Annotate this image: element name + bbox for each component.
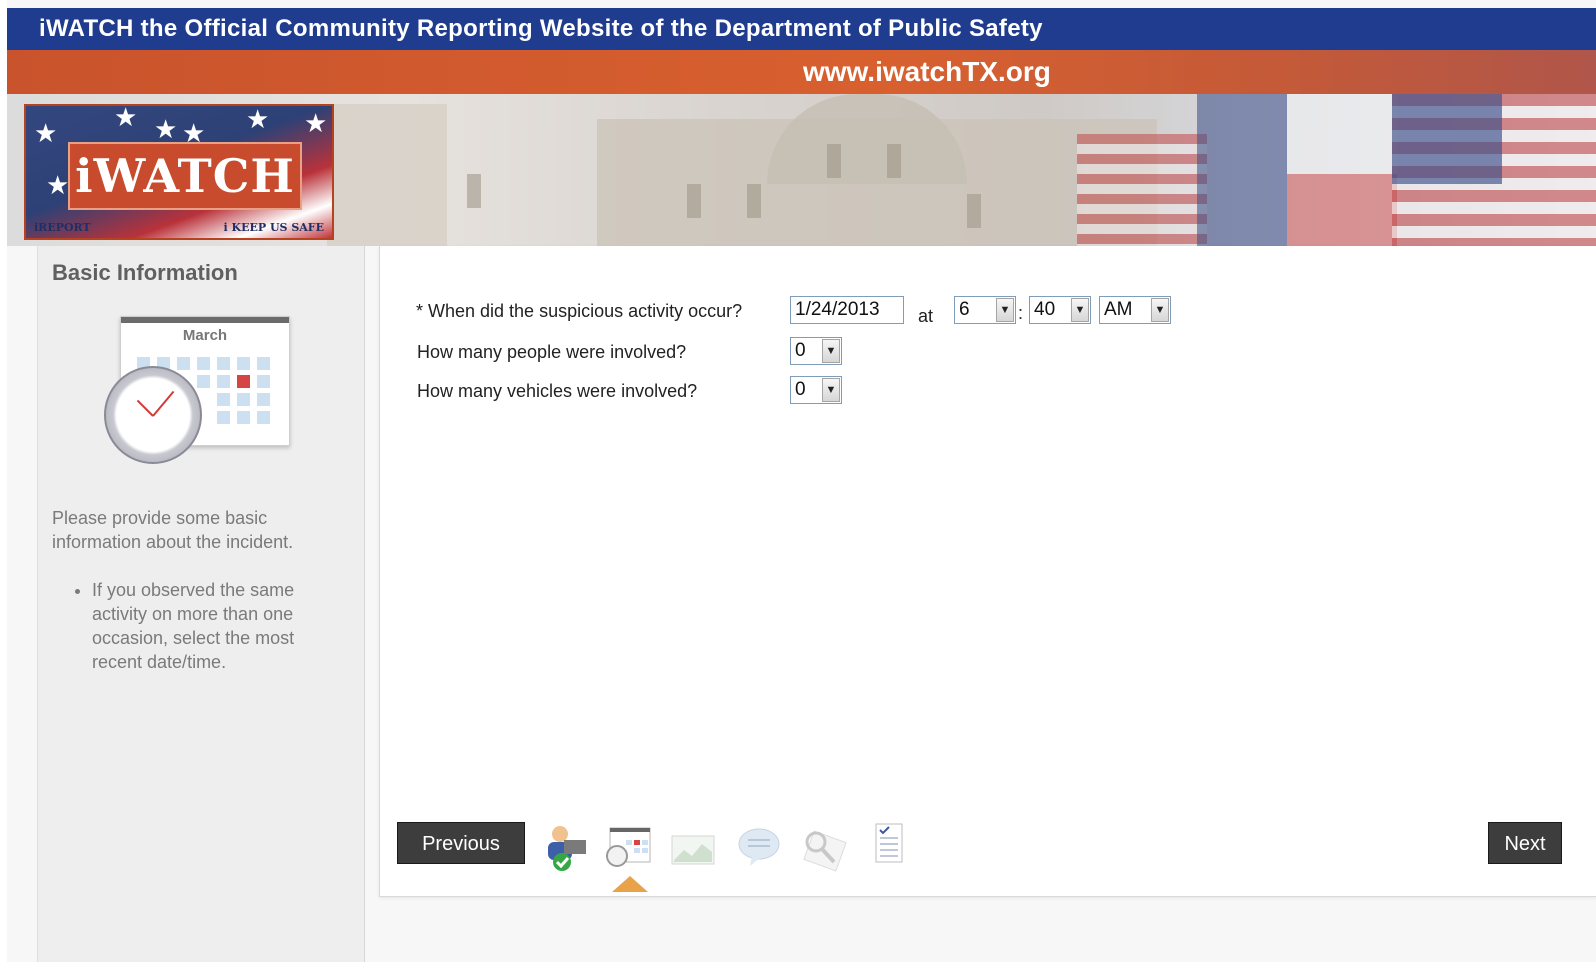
calendar-cell: [237, 411, 250, 424]
calendar-cell: [217, 411, 230, 424]
magnifier-icon[interactable]: [798, 824, 848, 874]
at-label: at: [918, 306, 934, 326]
window-decoration: [687, 184, 701, 218]
window-decoration: [887, 144, 901, 178]
people-select-value: 0: [795, 340, 806, 361]
star-icon: ★: [46, 170, 70, 200]
site-brand: iWATCH: [39, 15, 134, 42]
texas-flag-stripe: [1287, 174, 1397, 246]
calendar-clock-icon[interactable]: [604, 826, 654, 876]
calendar-cell: [237, 393, 250, 406]
calendar-cell: [257, 357, 270, 370]
when-label: * When did the suspicious activity occur…: [416, 301, 743, 321]
vehicles-select[interactable]: 0 ▼: [790, 376, 842, 404]
ampm-select-value: AM: [1104, 299, 1133, 320]
time-separator: :: [1018, 303, 1024, 323]
calendar-cell: [177, 357, 190, 370]
calendar-cell: [217, 393, 230, 406]
calendar-cell: [197, 357, 210, 370]
window-decoration: [747, 184, 761, 218]
window-decoration: [827, 144, 841, 178]
chevron-down-icon[interactable]: ▼: [822, 339, 840, 363]
date-input[interactable]: 1/24/2013: [790, 296, 904, 324]
hour-select-value: 6: [959, 299, 970, 320]
next-button[interactable]: Next: [1488, 822, 1562, 864]
clock-icon: [104, 366, 202, 464]
calendar-cell: [257, 375, 270, 388]
calendar-bar: [121, 317, 289, 323]
window-decoration: [467, 174, 481, 208]
calendar-cell: [257, 393, 270, 406]
logo-right-tag: i KEEP US SAFE: [223, 221, 324, 234]
people-select[interactable]: 0 ▼: [790, 337, 842, 365]
star-icon: ★: [114, 104, 138, 132]
speech-bubble-icon[interactable]: [734, 822, 784, 872]
vehicles-select-value: 0: [795, 379, 806, 400]
checklist-icon[interactable]: [864, 822, 914, 872]
us-flag-image: [1077, 134, 1207, 246]
capitol-dome-image: [767, 94, 967, 184]
hour-select[interactable]: 6 ▼: [954, 296, 1016, 324]
site-title-bar: iWATCH the Official Community Reporting …: [7, 8, 1596, 50]
calendar-cell: [197, 375, 210, 388]
window-decoration: [967, 194, 981, 228]
star-icon: ★: [34, 118, 58, 148]
chevron-down-icon[interactable]: ▼: [822, 378, 840, 402]
star-icon: ★: [154, 114, 178, 144]
chevron-down-icon[interactable]: ▼: [996, 298, 1014, 322]
vehicles-label: How many vehicles were involved?: [417, 381, 698, 401]
calendar-cell: [217, 375, 230, 388]
calendar-highlight-cell: [237, 375, 250, 388]
logo-word: iWATCH: [75, 149, 295, 203]
calendar-cell: [237, 357, 250, 370]
ampm-select[interactable]: AM ▼: [1099, 296, 1171, 324]
current-step-indicator-icon: [612, 876, 648, 892]
person-check-icon[interactable]: [538, 822, 588, 872]
chevron-down-icon[interactable]: ▼: [1071, 298, 1089, 322]
calendar-cell: [217, 357, 230, 370]
previous-button[interactable]: Previous: [397, 822, 525, 864]
page-edge: [0, 0, 7, 962]
star-icon: ★: [304, 108, 328, 138]
alamo-building-image: [327, 104, 447, 246]
iwatch-logo[interactable]: ★ ★ ★ ★ ★ ★ ★ iWATCH iREPORT i KEEP US S…: [24, 104, 334, 240]
sidebar-title: Basic Information: [52, 260, 238, 285]
chevron-down-icon[interactable]: ▼: [1151, 298, 1169, 322]
sidebar-description: Please provide some basic information ab…: [52, 508, 294, 552]
clock-hand: [152, 390, 175, 417]
star-icon: ★: [246, 104, 270, 134]
people-label: How many people were involved?: [417, 342, 687, 362]
site-tagline: the Official Community Reporting Website…: [140, 15, 1043, 42]
site-url[interactable]: www.iwatchTX.org: [803, 50, 1051, 94]
clock-hand: [136, 399, 154, 417]
logo-left-tag: iREPORT: [34, 221, 91, 234]
minute-select[interactable]: 40 ▼: [1029, 296, 1091, 324]
calendar-cell: [257, 411, 270, 424]
logo-wordbox: iWATCH: [68, 142, 302, 210]
url-bar: www.iwatchTX.org: [7, 50, 1596, 94]
minute-select-value: 40: [1034, 299, 1056, 320]
us-flag-canton: [1392, 94, 1502, 184]
sidebar-tips-list: If you observed the same activity on mor…: [52, 578, 342, 674]
calendar-month: March: [182, 327, 228, 344]
sidebar-tip: If you observed the same activity on mor…: [92, 578, 342, 674]
chart-icon[interactable]: [668, 826, 718, 876]
